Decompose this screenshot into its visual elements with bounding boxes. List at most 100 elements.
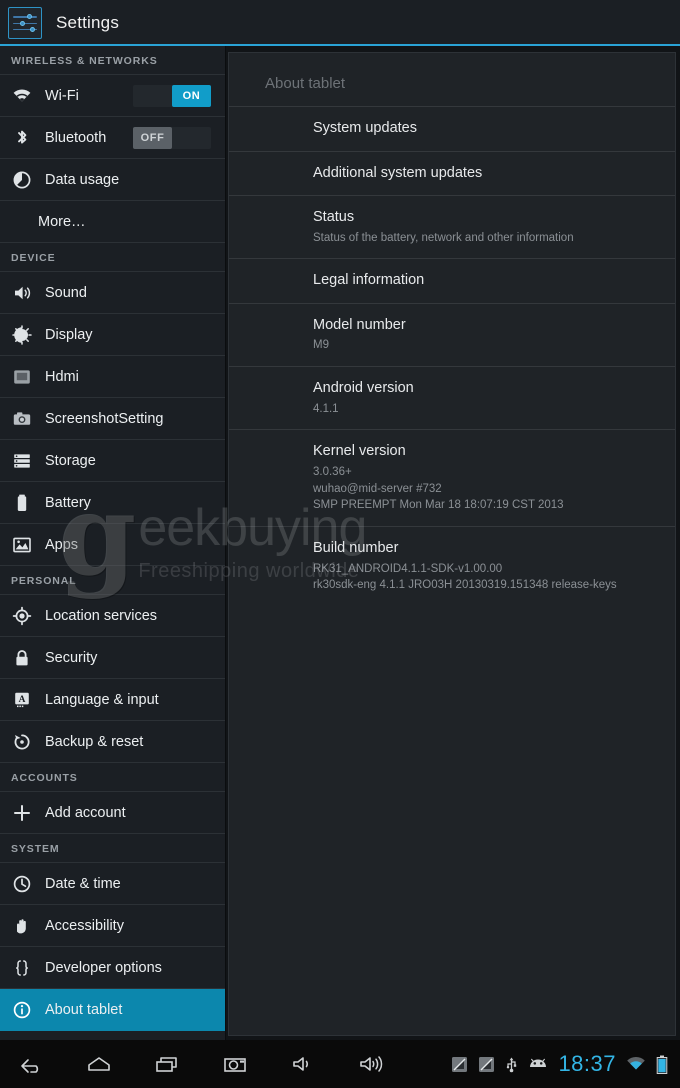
sidebar-item-accessibility[interactable]: Accessibility — [0, 905, 225, 947]
wifi-icon — [11, 85, 33, 107]
about-row-summary: 4.1.1 — [313, 401, 647, 418]
backup-restore-icon — [11, 731, 33, 753]
sidebar-group-header: ACCOUNTS — [0, 763, 225, 792]
sidebar-group-header: PERSONAL — [0, 566, 225, 595]
sidebar-item-label: Bluetooth — [45, 129, 107, 146]
sidebar-item-date-time[interactable]: Date & time — [0, 863, 225, 905]
about-row-summary: 3.0.36+ wuhao@mid-server #732 SMP PREEMPT … — [313, 464, 647, 514]
sidebar-item-data-usage[interactable]: Data usage — [0, 159, 225, 201]
about-row-model-number[interactable]: Model number M9 — [229, 302, 675, 366]
about-row-kernel-version[interactable]: Kernel version 3.0.36+ wuhao@mid-server #7… — [229, 429, 675, 526]
about-row-summary: RK31_ANDROID4.1.1-SDK-v1.00.00 rk30sdk-en… — [313, 561, 647, 594]
bluetooth-toggle[interactable]: OFF — [133, 126, 211, 149]
sidebar-item-sound[interactable]: Sound — [0, 272, 225, 314]
camera-icon — [11, 408, 33, 430]
sidebar-item-label: About tablet — [45, 1001, 123, 1018]
body-split: WIRELESS & NETWORKS Wi-Fi ON Bluetooth OFF Da… — [0, 46, 680, 1040]
bluetooth-toggle-label: OFF — [133, 126, 172, 149]
about-row-summary: Status of the battery, network and other… — [313, 230, 647, 247]
about-row-summary-line: 3.0.36+ — [313, 465, 352, 478]
page-title: Settings — [56, 13, 120, 32]
system-navigation-bar: 18:37 — [0, 1040, 680, 1088]
about-row-build-number[interactable]: Build number RK31_ANDROID4.1.1-SDK-v1.00.… — [229, 525, 675, 606]
about-row-title: Additional system updates — [313, 164, 483, 181]
sidebar-item-screenshotsetting[interactable]: ScreenshotSetting — [0, 398, 225, 440]
sidebar-item-display[interactable]: Display — [0, 314, 225, 356]
sidebar-item-label: Storage — [45, 452, 96, 469]
sidebar-group-header: SYSTEM — [0, 834, 225, 863]
info-circle-icon — [11, 999, 33, 1021]
sidebar-item-label: Wi-Fi — [45, 87, 79, 104]
sidebar-item-storage[interactable]: Storage — [0, 440, 225, 482]
sidebar-item-label: Backup & reset — [45, 733, 144, 750]
volume-down-icon[interactable] — [286, 1049, 320, 1079]
sidebar-group-header: WIRELESS & NETWORKS — [0, 46, 225, 75]
sidebar-item-apps[interactable]: Apps — [0, 524, 225, 566]
about-row-summary: M9 — [313, 337, 647, 354]
status-icon-group: 18:37 — [451, 1051, 680, 1077]
sidebar-item-add-account[interactable]: Add account — [0, 792, 225, 834]
about-row-system-updates[interactable]: System updates — [229, 106, 675, 151]
back-icon[interactable] — [14, 1049, 48, 1079]
about-row-additional-system-updates[interactable]: Additional system updates — [229, 150, 675, 196]
wi-fi-toggle-label: ON — [172, 84, 211, 107]
sidebar-item-label: Display — [45, 326, 93, 343]
about-row-summary-line: M9 — [313, 339, 329, 352]
sidebar-item-label: More… — [38, 213, 86, 230]
about-row-summary-line: RK31_ANDROID4.1.1-SDK-v1.00.00 — [313, 562, 503, 575]
sidebar-item-bluetooth[interactable]: Bluetooth OFF — [0, 117, 225, 159]
action-bar: Settings — [0, 0, 680, 46]
sidebar-item-developer-options[interactable]: Developer options — [0, 947, 225, 989]
sidebar-item-location-services[interactable]: Location services — [0, 595, 225, 637]
sidebar-item-label: Developer options — [45, 959, 162, 976]
sidebar-item-label: Sound — [45, 284, 87, 301]
home-icon[interactable] — [82, 1049, 116, 1079]
about-row-title: System updates — [313, 120, 417, 136]
settings-sidebar[interactable]: WIRELESS & NETWORKS Wi-Fi ON Bluetooth OFF Da… — [0, 46, 226, 1040]
sidebar-item-label: Security — [45, 649, 98, 666]
sidebar-item-about-tablet[interactable]: About tablet — [0, 989, 225, 1031]
about-row-android-version[interactable]: Android version 4.1.1 — [229, 366, 675, 429]
about-row-title: Legal information — [313, 272, 425, 289]
nav-button-group — [0, 1049, 388, 1079]
about-row-summary-line: wuhao@mid-server #732 — [313, 482, 442, 495]
braces-icon — [11, 957, 33, 979]
sidebar-item-wi-fi[interactable]: Wi-Fi ON — [0, 75, 225, 117]
wifi-status-icon — [626, 1056, 646, 1072]
battery-status-icon — [656, 1055, 668, 1074]
sidebar-item-security[interactable]: Security — [0, 637, 225, 679]
sidebar-item-label: Location services — [45, 607, 158, 624]
sidebar-item-more[interactable]: More… — [0, 201, 225, 243]
sidebar-item-hdmi[interactable]: Hdmi — [0, 356, 225, 398]
svg-text:A: A — [19, 695, 26, 705]
about-row-title: Kernel version — [313, 443, 406, 460]
about-row-title: Android version — [313, 380, 414, 397]
panel-title: About tablet — [265, 75, 346, 92]
android-robot-icon — [528, 1057, 548, 1071]
about-row-summary-line: 4.1.1 — [313, 402, 339, 415]
about-row-summary-line: rk30sdk-eng 4.1.1 JRO03H 20130319.151348… — [313, 579, 617, 592]
data-usage-icon — [11, 169, 33, 191]
sidebar-item-battery[interactable]: Battery — [0, 482, 225, 524]
sidebar-group-header: DEVICE — [0, 243, 225, 272]
volume-up-icon[interactable] — [354, 1049, 388, 1079]
language-a-icon: A — [11, 689, 33, 711]
about-row-title: Build number — [313, 539, 399, 556]
sidebar-item-backup-reset[interactable]: Backup & reset — [0, 721, 225, 763]
about-tablet-panel: About tablet System updates Additional sy… — [228, 52, 676, 1036]
wi-fi-toggle[interactable]: ON — [133, 84, 211, 107]
sidebar-item-language-input[interactable]: A Language & input — [0, 679, 225, 721]
signal-no-service-icon — [451, 1056, 468, 1073]
plus-icon — [11, 802, 33, 824]
about-row-legal-information[interactable]: Legal information — [229, 258, 675, 303]
about-row-status[interactable]: Status Status of the battery, network and… — [229, 195, 675, 258]
about-rows-list[interactable]: System updates Additional system updates S… — [229, 106, 675, 606]
screenshot-camera-icon[interactable] — [218, 1049, 252, 1079]
recent-apps-icon[interactable] — [150, 1049, 184, 1079]
clock-icon — [11, 873, 33, 895]
sidebar-item-label: Add account — [45, 804, 126, 821]
battery-icon — [11, 492, 33, 514]
sidebar-item-label: Battery — [45, 494, 91, 511]
sidebar-item-label: Date & time — [45, 875, 121, 892]
location-crosshair-icon — [11, 605, 33, 627]
